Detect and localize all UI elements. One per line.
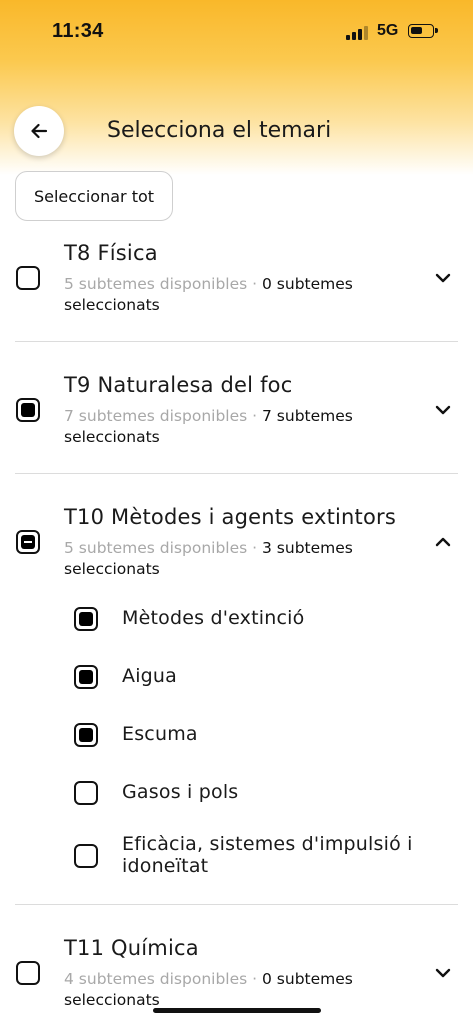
- status-bar: 11:34 5G: [0, 0, 473, 64]
- subtopic-checkbox[interactable]: [74, 781, 98, 805]
- subtopic-label: Gasos i pols: [122, 781, 239, 803]
- select-all-button[interactable]: Seleccionar tot: [15, 171, 173, 221]
- topic-meta: 5 subtemes disponibles · 3 subtemes sele…: [64, 538, 394, 580]
- topic-checkbox[interactable]: [16, 530, 40, 554]
- divider: [15, 904, 458, 905]
- topic-checkbox[interactable]: [16, 266, 40, 290]
- meta-separator: ·: [247, 539, 262, 557]
- topic-title: T8 Física: [64, 241, 158, 265]
- subtopic-label: Escuma: [122, 723, 198, 745]
- subtopic-checkbox[interactable]: [74, 665, 98, 689]
- topic-checkbox[interactable]: [16, 398, 40, 422]
- signal-icon: [346, 24, 370, 40]
- arrow-left-icon: [31, 123, 48, 139]
- divider: [15, 473, 458, 474]
- divider: [15, 341, 458, 342]
- meta-separator: ·: [247, 407, 262, 425]
- subtopic-label: Eficàcia, sistemes d'impulsió i idoneïta…: [122, 833, 413, 877]
- topic-meta: 4 subtemes disponibles · 0 subtemes sele…: [64, 969, 394, 1011]
- available-count: 4 subtemes disponibles: [64, 970, 248, 988]
- network-label: 5G: [377, 22, 399, 39]
- available-count: 5 subtemes disponibles: [64, 275, 248, 293]
- available-count: 5 subtemes disponibles: [64, 539, 248, 557]
- chevron-down-icon[interactable]: [432, 399, 454, 421]
- chevron-down-icon[interactable]: [432, 267, 454, 289]
- subtopic-checkbox[interactable]: [74, 844, 98, 868]
- topic-title: T11 Química: [64, 936, 199, 960]
- meta-separator: ·: [247, 970, 262, 988]
- chevron-up-icon[interactable]: [432, 531, 454, 553]
- home-indicator: [153, 1008, 321, 1013]
- battery-icon: [408, 24, 438, 38]
- available-count: 7 subtemes disponibles: [64, 407, 248, 425]
- topic-title: T10 Mètodes i agents extintors: [64, 505, 397, 529]
- meta-separator: ·: [247, 275, 262, 293]
- subtopic-label: Mètodes d'extinció: [122, 607, 305, 629]
- topic-meta: 7 subtemes disponibles · 7 subtemes sele…: [64, 406, 394, 448]
- subtopic-label: Aigua: [122, 665, 178, 687]
- topic-meta: 5 subtemes disponibles · 0 subtemes sele…: [64, 274, 394, 316]
- subtopic-checkbox[interactable]: [74, 607, 98, 631]
- status-time: 11:34: [52, 20, 104, 42]
- subtopic-checkbox[interactable]: [74, 723, 98, 747]
- back-button[interactable]: [14, 106, 64, 156]
- page-title: Selecciona el temari: [107, 118, 332, 143]
- topic-title: T9 Naturalesa del foc: [64, 373, 293, 397]
- chevron-down-icon[interactable]: [432, 962, 454, 984]
- topic-checkbox[interactable]: [16, 961, 40, 985]
